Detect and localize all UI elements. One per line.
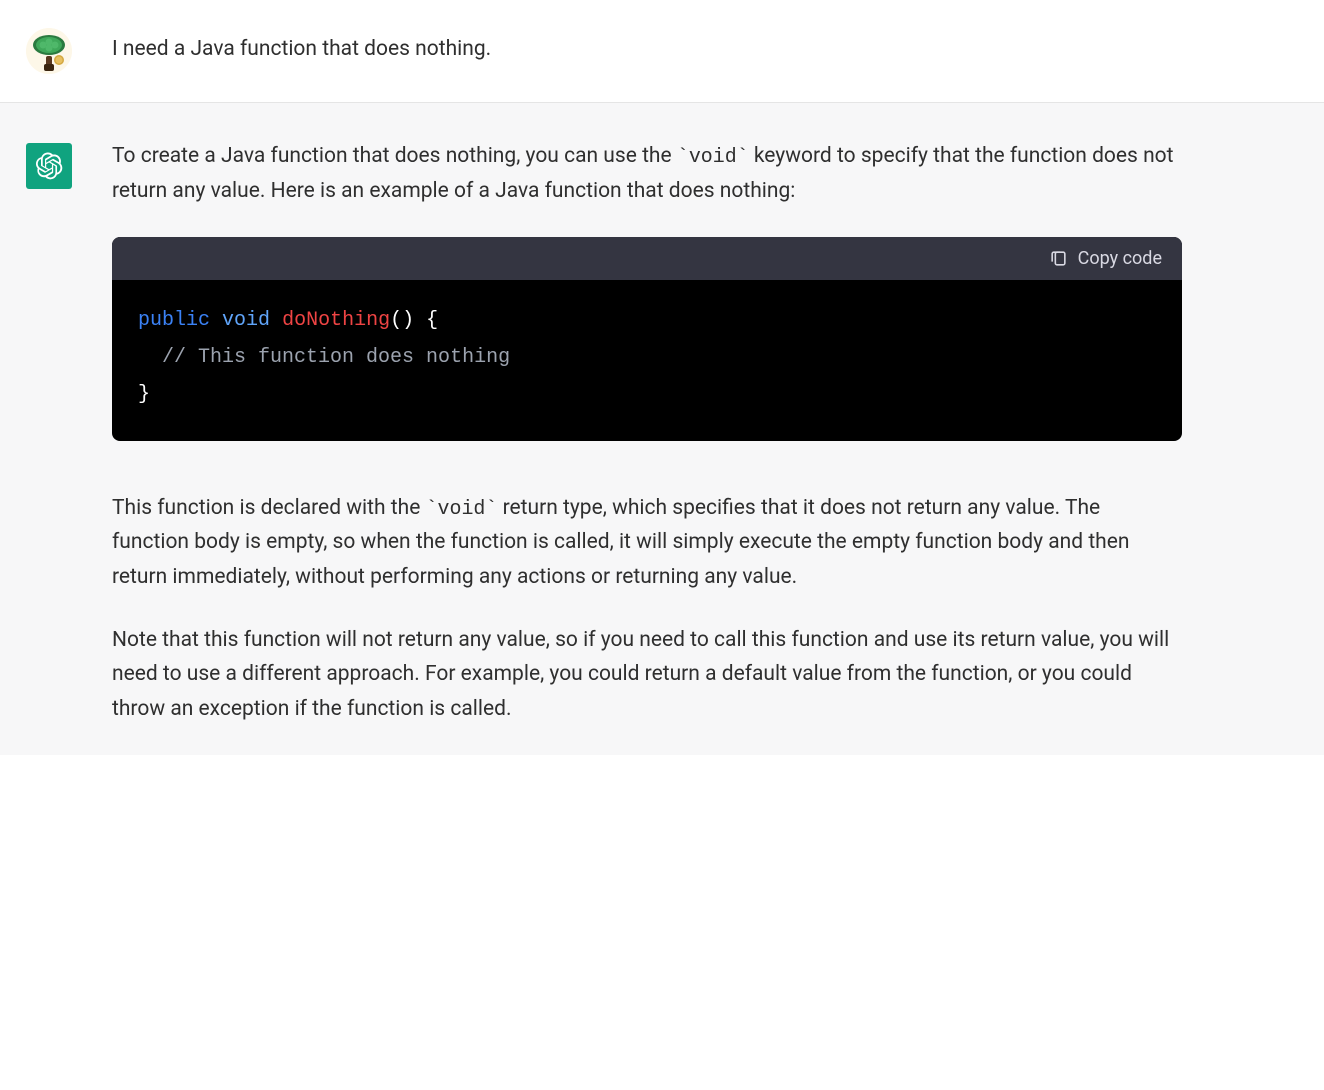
code-block: Copy code public void doNothing() { // T…: [112, 237, 1182, 441]
clipboard-icon: [1049, 249, 1068, 268]
text-segment: To create a Java function that does noth…: [112, 144, 677, 168]
inline-code: `void`: [426, 497, 498, 520]
user-avatar-icon: [26, 28, 72, 74]
user-avatar: [26, 28, 72, 74]
code-token-keyword: void: [222, 309, 270, 332]
assistant-paragraph-2: This function is declared with the `void…: [112, 491, 1182, 595]
user-message-content: I need a Java function that does nothing…: [112, 24, 1182, 74]
code-token-function: doNothing: [282, 309, 390, 332]
assistant-message-content: To create a Java function that does noth…: [112, 139, 1182, 727]
openai-logo-icon: [35, 152, 63, 180]
code-header: Copy code: [112, 237, 1182, 280]
assistant-message: To create a Java function that does noth…: [0, 103, 1324, 755]
code-token-punct: {: [414, 309, 438, 332]
code-token-punct: }: [138, 383, 150, 406]
inline-code: `void`: [677, 145, 749, 168]
assistant-paragraph-1: To create a Java function that does noth…: [112, 139, 1182, 209]
copy-code-label: Copy code: [1078, 248, 1162, 269]
code-token-comment: // This function does nothing: [162, 346, 510, 369]
user-message-text: I need a Java function that does nothing…: [112, 32, 1182, 67]
assistant-paragraph-3: Note that this function will not return …: [112, 623, 1182, 727]
code-body: public void doNothing() { // This functi…: [112, 280, 1182, 441]
user-message: I need a Java function that does nothing…: [0, 0, 1324, 103]
copy-code-button[interactable]: Copy code: [1049, 248, 1162, 269]
code-token-keyword: public: [138, 309, 210, 332]
text-segment: This function is declared with the: [112, 496, 426, 520]
assistant-avatar: [26, 143, 72, 189]
code-token-punct: (): [390, 309, 414, 332]
